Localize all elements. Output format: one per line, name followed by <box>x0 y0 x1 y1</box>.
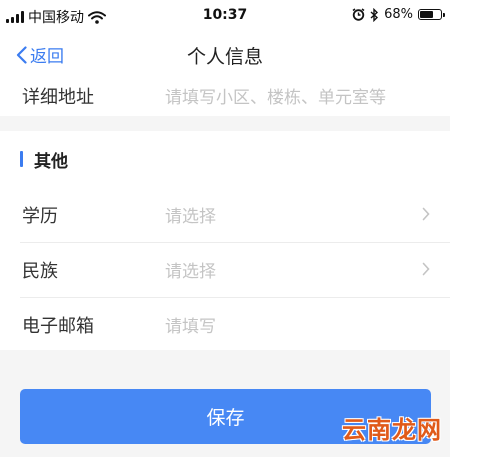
bluetooth-icon <box>370 7 379 22</box>
address-label: 详细地址 <box>22 86 94 108</box>
battery-icon <box>418 9 445 20</box>
education-row[interactable]: 学历 请选择 <box>0 187 450 242</box>
page-title: 个人信息 <box>186 46 263 68</box>
watermark: 云南龙网 <box>342 415 442 444</box>
other-section: 其他 学历 请选择 民族 请选择 电子邮箱 请填写 <box>0 131 450 350</box>
email-row[interactable]: 电子邮箱 请填写 <box>0 297 450 352</box>
chevron-right-icon <box>422 207 430 221</box>
phone-screen: 中国移动 10:37 68% 返回 个人信息 详细地址 请填写小区、楼栋、单元室… <box>0 0 450 457</box>
section-accent-bar <box>20 151 23 167</box>
alarm-icon <box>352 8 365 21</box>
status-right: 68% <box>352 7 445 22</box>
ethnicity-select[interactable]: 请选择 <box>165 257 216 282</box>
address-input[interactable]: 请填写小区、楼栋、单元室等 <box>165 83 386 108</box>
education-label: 学历 <box>22 205 58 227</box>
battery-percent: 68% <box>384 7 413 22</box>
address-row[interactable]: 详细地址 请填写小区、楼栋、单元室等 <box>0 76 450 116</box>
email-input[interactable]: 请填写 <box>165 312 216 337</box>
chevron-right-icon <box>422 262 430 276</box>
status-bar: 中国移动 10:37 68% <box>0 0 450 32</box>
section-title: 其他 <box>34 151 68 172</box>
right-margin <box>450 0 480 457</box>
education-select[interactable]: 请选择 <box>165 202 216 227</box>
ethnicity-label: 民族 <box>22 260 58 282</box>
address-section: 详细地址 请填写小区、楼栋、单元室等 <box>0 76 450 116</box>
nav-bar: 返回 个人信息 <box>0 32 450 76</box>
email-label: 电子邮箱 <box>22 315 94 337</box>
section-header: 其他 <box>0 131 450 187</box>
ethnicity-row[interactable]: 民族 请选择 <box>0 242 450 297</box>
